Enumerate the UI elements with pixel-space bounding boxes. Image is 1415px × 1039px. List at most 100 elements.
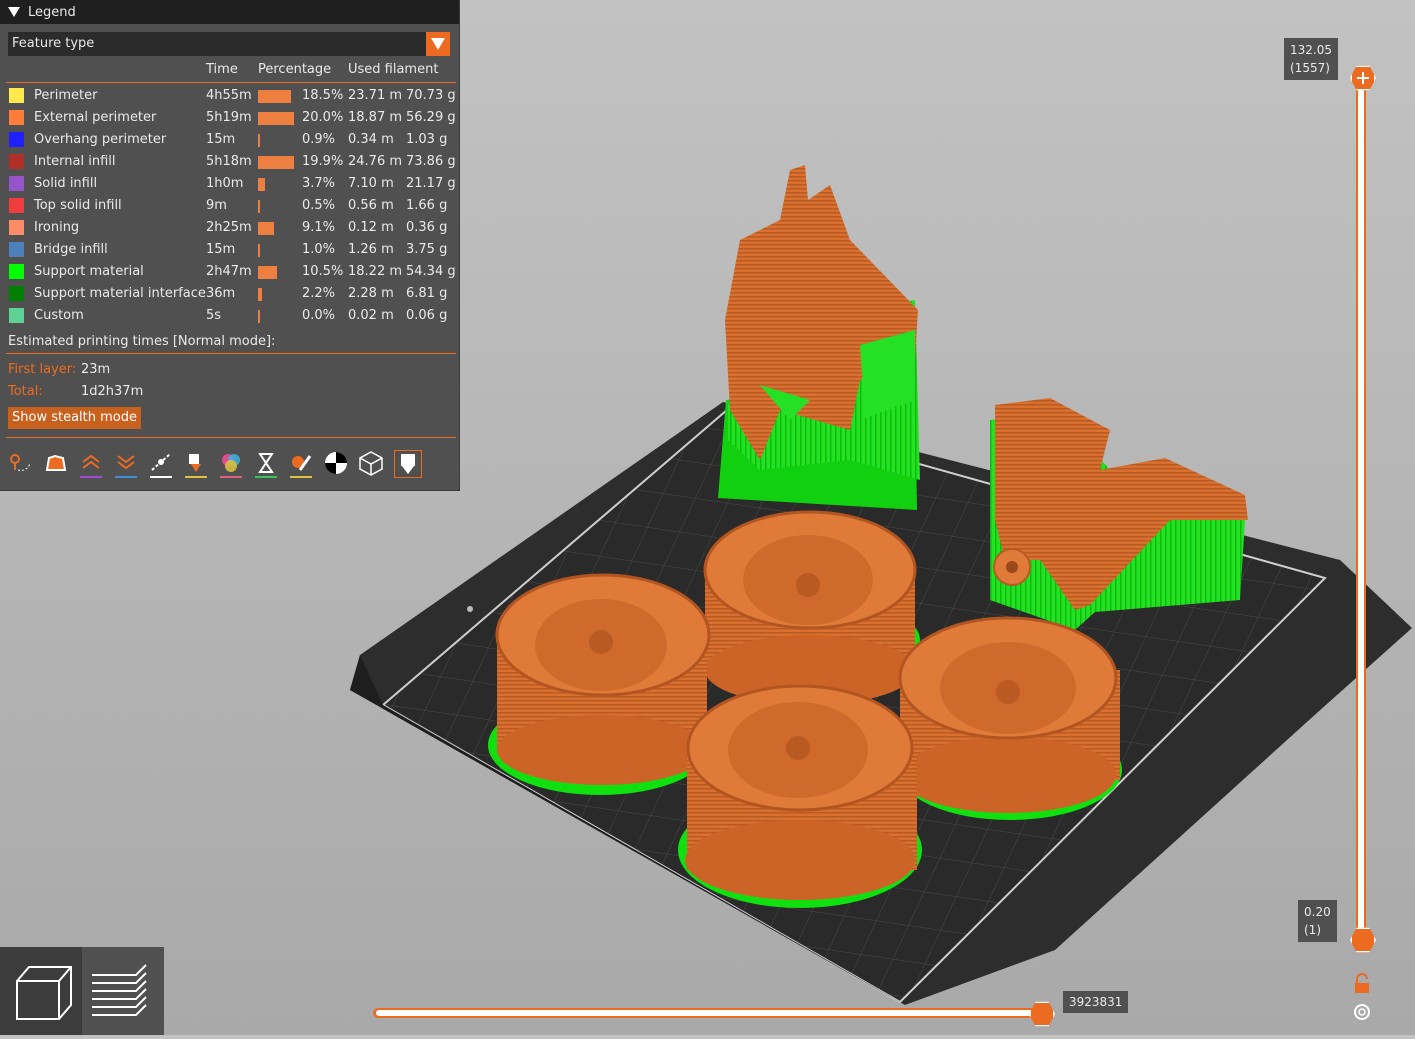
feature-percentage: 18.5% [302, 88, 344, 103]
deretractions-icon[interactable] [113, 450, 139, 478]
percentage-bar [258, 266, 277, 279]
layers-icon [92, 964, 147, 1016]
model-wheel-front [678, 684, 922, 908]
header-time: Time [206, 62, 238, 77]
cube-icon [16, 966, 72, 1020]
legend-row[interactable]: Solid infill 1h0m 3.7% 7.10 m 21.17 g [0, 173, 459, 195]
view-type-combo[interactable]: Feature type [8, 32, 450, 56]
feature-weight: 3.75 g [406, 242, 448, 257]
legend-header[interactable]: Legend [0, 0, 459, 24]
custom-gcodes-icon[interactable] [288, 450, 314, 478]
feature-weight: 6.81 g [406, 286, 448, 301]
color-swatch [9, 264, 24, 279]
feature-percentage: 0.0% [302, 308, 336, 323]
feature-length: 2.28 m [348, 286, 394, 301]
feature-time: 15m [206, 132, 236, 147]
view-type-value: Feature type [12, 36, 95, 51]
legend-row[interactable]: Internal infill 5h18m 19.9% 24.76 m 73.86 g [0, 151, 459, 173]
show-stealth-mode-button[interactable]: Show stealth mode [8, 407, 141, 429]
color-changes-icon[interactable] [218, 450, 244, 478]
feature-name: Overhang perimeter [34, 132, 167, 147]
horizontal-value-tooltip: 3923831 [1063, 991, 1129, 1013]
feature-length: 18.22 m [348, 264, 403, 279]
tool-marker-icon[interactable] [394, 450, 422, 478]
color-swatch [9, 132, 24, 147]
feature-length: 24.76 m [348, 154, 403, 169]
feature-name: Support material interface [34, 286, 206, 301]
feature-time: 5s [206, 308, 222, 323]
feature-time: 4h55m [206, 88, 252, 103]
feature-percentage: 1.0% [302, 242, 336, 257]
feature-percentage: 0.5% [302, 198, 336, 213]
legend-row[interactable]: Top solid infill 9m 0.5% 0.56 m 1.66 g [0, 195, 459, 217]
color-swatch [9, 308, 24, 323]
feature-weight: 21.17 g [406, 176, 456, 191]
travel-icon[interactable] [8, 450, 34, 476]
feature-percentage: 2.2% [302, 286, 336, 301]
horizontal-move-slider[interactable] [373, 1008, 1045, 1018]
3d-view-button[interactable] [0, 947, 82, 1035]
feature-percentage: 3.7% [302, 176, 336, 191]
divider [6, 353, 456, 354]
model-bracket-right [990, 398, 1248, 630]
color-swatch [9, 242, 24, 257]
model-wheel-back [703, 510, 920, 705]
vertical-layer-slider[interactable] [1356, 75, 1366, 941]
tool-changes-icon[interactable] [183, 450, 209, 478]
legend-row[interactable]: Bridge infill 15m 1.0% 1.26 m 3.75 g [0, 239, 459, 261]
feature-time: 1h0m [206, 176, 244, 191]
upper-layer: (1557) [1290, 61, 1330, 75]
wipe-icon[interactable] [43, 450, 69, 476]
lock-icon[interactable] [1351, 973, 1373, 995]
color-swatch [9, 88, 24, 103]
view-mode-buttons [0, 947, 164, 1035]
feature-length: 0.56 m [348, 198, 394, 213]
legend-row[interactable]: External perimeter 5h19m 20.0% 18.87 m 56.29… [0, 107, 459, 129]
model-wheel-left [488, 573, 712, 795]
feature-name: Custom [34, 308, 84, 323]
seams-icon[interactable] [148, 450, 174, 478]
lower-height: 0.20 [1304, 905, 1331, 919]
legend-row[interactable]: Overhang perimeter 15m 0.9% 0.34 m 1.03 g [0, 129, 459, 151]
feature-weight: 73.86 g [406, 154, 456, 169]
pause-prints-icon[interactable] [253, 450, 279, 478]
legend-row[interactable]: Ironing 2h25m 9.1% 0.12 m 0.36 g [0, 217, 459, 239]
feature-name: External perimeter [34, 110, 157, 125]
feature-time: 2h47m [206, 264, 252, 279]
feature-length: 18.87 m [348, 110, 403, 125]
model-wheel-right [898, 616, 1122, 820]
feature-name: Bridge infill [34, 242, 108, 257]
percentage-bar [258, 156, 294, 169]
feature-name: Ironing [34, 220, 80, 235]
feature-length: 0.02 m [348, 308, 394, 323]
legend-panel: Legend Feature type Time Percentage Used… [0, 0, 460, 491]
percentage-bar [258, 222, 274, 235]
color-swatch [9, 154, 24, 169]
color-swatch [9, 286, 24, 301]
lower-layer: (1) [1304, 923, 1321, 937]
center-of-gravity-icon[interactable] [323, 450, 349, 476]
lower-thumb-tooltip: 0.20 (1) [1298, 900, 1337, 942]
percentage-bar [258, 90, 291, 103]
settings-cog-icon[interactable] [1351, 1001, 1373, 1023]
header-used-filament: Used filament [348, 62, 439, 77]
percentage-bar [258, 288, 262, 301]
feature-time: 15m [206, 242, 236, 257]
legend-row[interactable]: Custom 5s 0.0% 0.02 m 0.06 g [0, 305, 459, 327]
dropdown-arrow-icon[interactable] [426, 32, 450, 56]
retractions-icon[interactable] [78, 450, 104, 478]
feature-length: 0.12 m [348, 220, 394, 235]
feature-length: 1.26 m [348, 242, 394, 257]
color-swatch [9, 110, 24, 125]
legend-row[interactable]: Support material interface 36m 2.2% 2.28 m 6… [0, 283, 459, 305]
shells-icon[interactable] [358, 450, 384, 476]
divider [6, 437, 456, 438]
legend-row[interactable]: Support material 2h47m 10.5% 18.22 m 54.34 g [0, 261, 459, 283]
first-layer-value: 23m [81, 362, 111, 377]
legend-row[interactable]: Perimeter 4h55m 18.5% 23.71 m 70.73 g [0, 85, 459, 107]
total-value: 1d2h37m [81, 384, 144, 399]
collapse-triangle-icon[interactable] [8, 7, 20, 17]
percentage-bar [258, 178, 265, 191]
feature-name: Solid infill [34, 176, 98, 191]
preview-view-button[interactable] [82, 947, 164, 1035]
